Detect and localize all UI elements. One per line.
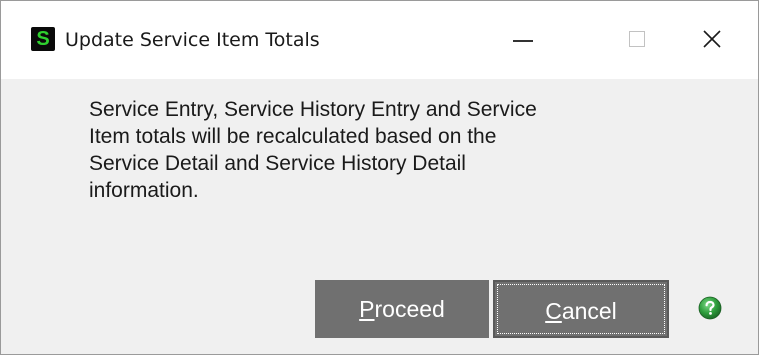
proceed-button-label: Proceed — [359, 296, 445, 322]
proceed-mnemonic: P — [359, 296, 375, 322]
minimize-icon — [513, 40, 533, 42]
cancel-label-rest: ancel — [561, 298, 617, 324]
update-service-item-totals-dialog: S Update Service Item Totals Service Ent… — [0, 0, 759, 355]
window-title: Update Service Item Totals — [65, 29, 320, 51]
message-line: Item totals will be recalculated based o… — [89, 125, 497, 148]
maximize-button — [603, 11, 673, 69]
cancel-mnemonic: C — [545, 298, 562, 324]
title-bar: S Update Service Item Totals — [1, 1, 758, 79]
cancel-button[interactable]: Cancel — [493, 280, 669, 338]
close-icon — [703, 30, 721, 48]
cancel-button-label: Cancel — [545, 298, 617, 324]
message-line: information. — [89, 179, 199, 202]
app-logo-icon: S — [31, 27, 55, 51]
close-button[interactable] — [677, 11, 747, 69]
message-line: Service Detail and Service History Detai… — [89, 152, 466, 175]
message-text: Service Entry, Service History Entry and… — [89, 96, 689, 204]
help-icon[interactable] — [698, 296, 722, 320]
proceed-button[interactable]: Proceed — [315, 280, 489, 338]
maximize-icon — [629, 31, 645, 47]
minimize-button[interactable] — [487, 11, 557, 69]
proceed-label-rest: roceed — [374, 296, 445, 322]
message-line: Service Entry, Service History Entry and… — [89, 98, 537, 121]
